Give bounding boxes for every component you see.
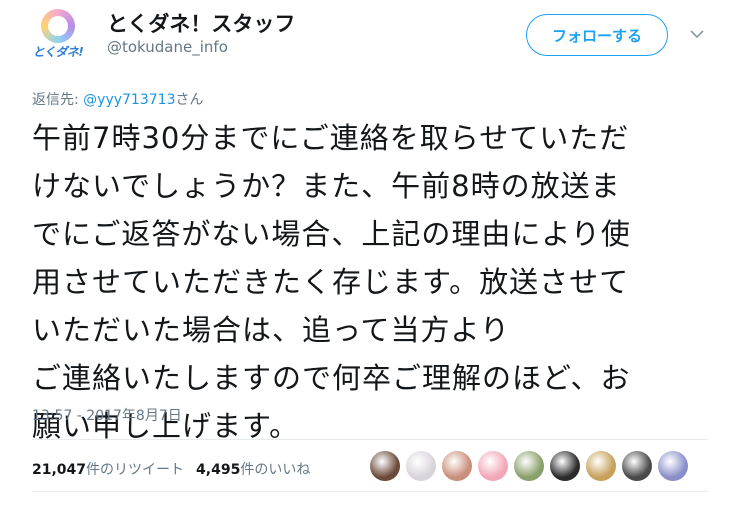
reply-context: 返信先: @yyy713713さん xyxy=(32,89,203,109)
retweets-label: 件のリツイート xyxy=(86,462,185,478)
avatar-logo-text: とくダネ! xyxy=(32,45,84,59)
tweet-text-line: いただいた場合は、追って当方より xyxy=(32,313,510,347)
tweet-text-line: けないでしょうか？また、午前8時の放送ま xyxy=(32,169,621,203)
chevron-down-icon[interactable] xyxy=(689,26,705,42)
retweets-count: 21,047 xyxy=(32,462,87,478)
liker-avatar[interactable] xyxy=(658,451,688,481)
liker-avatar[interactable] xyxy=(478,451,508,481)
liker-avatar[interactable] xyxy=(406,451,436,481)
follow-button[interactable]: フォローする xyxy=(526,14,668,56)
divider xyxy=(32,491,708,492)
reply-prefix: 返信先: xyxy=(32,92,84,108)
likes-count: 4,495 xyxy=(196,462,241,478)
tweet-card: とくダネ! とくダネ！スタッフ @tokudane_info フォローする 返信… xyxy=(0,0,743,513)
liker-avatars xyxy=(370,451,688,481)
tweet-text-line: 午前7時30分までにご連絡を取らせていただ xyxy=(32,121,630,155)
liker-avatar[interactable] xyxy=(442,451,472,481)
retweets-stat[interactable]: 21,047件のリツイート xyxy=(32,459,184,479)
likes-stat[interactable]: 4,495件のいいね xyxy=(196,459,310,479)
likes-label: 件のいいね xyxy=(240,462,311,478)
liker-avatar[interactable] xyxy=(514,451,544,481)
reply-handle-link[interactable]: @yyy713713 xyxy=(83,92,175,108)
avatar[interactable]: とくダネ! xyxy=(28,6,88,66)
liker-avatar[interactable] xyxy=(550,451,580,481)
tweet-text: 午前7時30分までにご連絡を取らせていただ けないでしょうか？また、午前8時の放… xyxy=(32,114,708,450)
screen-name[interactable]: @tokudane_info xyxy=(107,38,228,56)
divider xyxy=(32,439,708,440)
tweet-stats: 21,047件のリツイート 4,495件のいいね xyxy=(32,459,310,479)
liker-avatar[interactable] xyxy=(370,451,400,481)
tweet-text-line: 用させていただきたく存じます。放送させて xyxy=(32,265,630,299)
liker-avatar[interactable] xyxy=(622,451,652,481)
avatar-ring-graphic xyxy=(41,9,75,43)
liker-avatar[interactable] xyxy=(586,451,616,481)
tweet-text-line: でにご返答がない場合、上記の理由により使 xyxy=(32,217,631,251)
tweet-text-line: ご連絡いたしますので何卒ご理解のほど、お xyxy=(32,361,631,395)
display-name[interactable]: とくダネ！スタッフ xyxy=(107,8,295,38)
tweet-timestamp[interactable]: 13:57 - 2017年8月7日 xyxy=(32,405,182,425)
reply-suffix: さん xyxy=(175,92,204,108)
